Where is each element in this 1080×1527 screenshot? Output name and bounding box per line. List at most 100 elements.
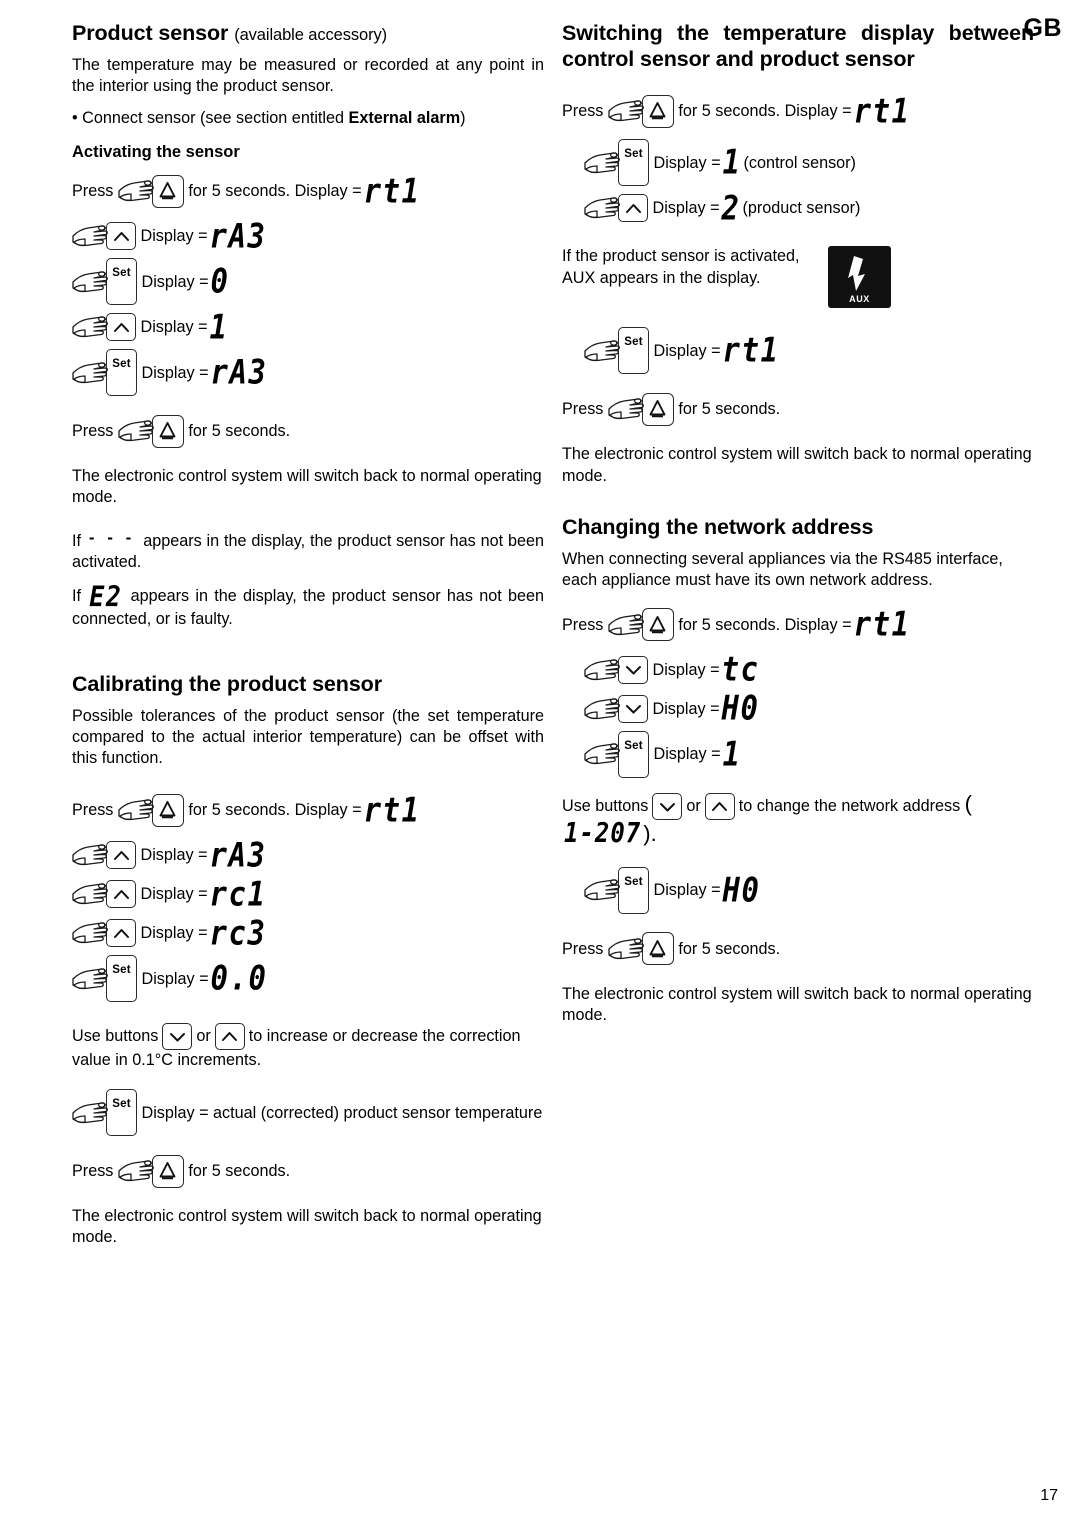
step-row: Set Display = rA3 xyxy=(72,349,544,397)
step-row: Set Display = 1 (control sensor) xyxy=(584,139,1034,187)
e2-error-note: If E2 appears in the display, the produc… xyxy=(72,579,544,630)
display-value: 1 xyxy=(722,734,742,774)
step-row: Set Display = H0 xyxy=(584,866,1034,914)
press-up-button[interactable] xyxy=(72,919,136,948)
step-note: (product sensor) xyxy=(742,199,861,218)
step-post-text: for 5 seconds. Display = xyxy=(188,801,362,819)
press-up-button[interactable] xyxy=(584,194,648,223)
up-arrow-button-icon[interactable] xyxy=(704,793,735,821)
e2-display-symbol: E2 xyxy=(89,579,123,613)
calibrating-intro: Possible tolerances of the product senso… xyxy=(72,706,544,768)
press-up-button[interactable] xyxy=(72,841,136,870)
press-alarm-button[interactable] xyxy=(118,793,184,827)
step-pre-text: Press xyxy=(72,1162,114,1181)
press-set-button[interactable]: Set xyxy=(584,139,649,187)
press-alarm-button[interactable] xyxy=(118,414,184,448)
step-row: Press for 5 seconds. xyxy=(72,1148,544,1194)
press-up-button[interactable] xyxy=(72,313,136,342)
down-arrow-button-icon[interactable] xyxy=(652,793,683,821)
press-down-button[interactable] xyxy=(584,694,648,723)
bullet-text-post: ) xyxy=(460,109,466,128)
press-alarm-button[interactable] xyxy=(608,932,674,966)
step-post-text: Display = xyxy=(141,363,209,382)
step-pre-text: Press xyxy=(562,400,604,419)
step-note: (control sensor) xyxy=(743,153,856,172)
step-post-text: Display = xyxy=(653,153,721,172)
step-post-text: Display = xyxy=(140,885,208,903)
step-row: Press for 5 seconds. xyxy=(562,386,1034,432)
pointing-hand-icon xyxy=(72,314,112,340)
normal-mode-note: The electronic control system will switc… xyxy=(72,1207,542,1247)
right-column: Switching the temperature display betwee… xyxy=(562,20,1034,1037)
pointing-hand-icon xyxy=(584,338,624,364)
step-row: Display = rA3 xyxy=(72,838,544,872)
display-value: rA3 xyxy=(209,835,267,875)
step-row: Display = 1 xyxy=(72,310,544,344)
display-value: rt1 xyxy=(722,330,780,370)
pointing-hand-icon xyxy=(584,696,624,722)
press-alarm-button[interactable] xyxy=(118,174,184,208)
step-post-text: Display = xyxy=(652,699,720,718)
step-row: Set Display = actual (corrected) product… xyxy=(72,1089,544,1137)
step-row: Set Display = 1 xyxy=(584,730,1034,778)
document-page: GB Product sensor (available accessory) … xyxy=(0,0,1080,1527)
activating-sensor-subheading: Activating the sensor xyxy=(72,143,240,162)
step-post-text: Display = xyxy=(141,272,209,291)
pointing-hand-icon xyxy=(72,966,112,992)
display-value: rt1 xyxy=(853,604,911,644)
step-post-text: for 5 seconds. xyxy=(678,400,781,419)
step-post-text: Display = xyxy=(140,924,208,942)
pointing-hand-icon xyxy=(72,842,112,868)
external-alarm-ref: External alarm xyxy=(348,109,461,128)
pointing-hand-icon xyxy=(72,920,112,946)
pointing-hand-icon xyxy=(608,612,648,638)
press-alarm-button[interactable] xyxy=(608,608,674,642)
press-alarm-button[interactable] xyxy=(118,1154,184,1188)
page-title: Product sensor (available accessory) xyxy=(72,20,544,46)
switching-heading: Switching the temperature display betwee… xyxy=(562,21,1034,72)
use-buttons-post: to change the network address xyxy=(738,796,961,815)
step-pre-text: Press xyxy=(562,939,604,958)
e2-note-pre: If xyxy=(72,586,81,605)
step-row: Press for 5 seconds. Display = rt1 xyxy=(72,787,544,833)
step-row: Display = rA3 xyxy=(72,219,544,253)
dashes-display-symbol: - - - xyxy=(88,527,136,547)
press-set-button[interactable]: Set xyxy=(72,1089,137,1137)
product-sensor-heading-suffix: (available accessory) xyxy=(234,26,388,44)
press-set-button[interactable]: Set xyxy=(584,730,649,778)
step-post-text: for 5 seconds. xyxy=(678,939,781,958)
step-post-text: for 5 seconds. Display = xyxy=(678,102,852,121)
press-up-button[interactable] xyxy=(72,222,136,251)
display-value: H0 xyxy=(722,870,761,910)
pointing-hand-icon xyxy=(72,223,112,249)
press-set-button[interactable]: Set xyxy=(72,349,137,397)
up-arrow-button-icon[interactable] xyxy=(214,1023,245,1051)
press-set-button[interactable]: Set xyxy=(584,327,649,375)
press-alarm-button[interactable] xyxy=(608,94,674,128)
normal-mode-note: The electronic control system will switc… xyxy=(562,984,1032,1024)
press-set-button[interactable]: Set xyxy=(584,866,649,914)
step-post-text: Display = xyxy=(652,199,720,218)
step-row: Press for 5 seconds. Display = rt1 xyxy=(562,88,1034,134)
press-set-button[interactable]: Set xyxy=(72,258,137,306)
down-arrow-button-icon[interactable] xyxy=(162,1023,193,1051)
aux-display-icon: AUX xyxy=(828,246,891,309)
step-post-text: Display = xyxy=(140,318,208,337)
press-set-button[interactable]: Set xyxy=(72,955,137,1003)
press-down-button[interactable] xyxy=(584,655,648,684)
bullet-text-pre: • Connect sensor (see section entitled xyxy=(72,109,349,128)
pointing-hand-icon xyxy=(584,657,624,683)
display-value: 0 xyxy=(210,261,230,301)
press-alarm-button[interactable] xyxy=(608,392,674,426)
pointing-hand-icon xyxy=(584,741,624,767)
step-post-text: for 5 seconds. Display = xyxy=(188,182,362,201)
product-sensor-intro: The temperature may be measured or recor… xyxy=(72,56,544,96)
normal-mode-note: The electronic control system will switc… xyxy=(562,445,1032,485)
pointing-hand-icon xyxy=(118,178,158,204)
aux-description: If the product sensor is activated, AUX … xyxy=(562,247,800,287)
step-pre-text: Press xyxy=(72,422,114,441)
display-value: 2 xyxy=(721,188,741,228)
page-number: 17 xyxy=(1040,1487,1058,1504)
step-row: Display = rc1 xyxy=(72,877,544,911)
press-up-button[interactable] xyxy=(72,880,136,909)
